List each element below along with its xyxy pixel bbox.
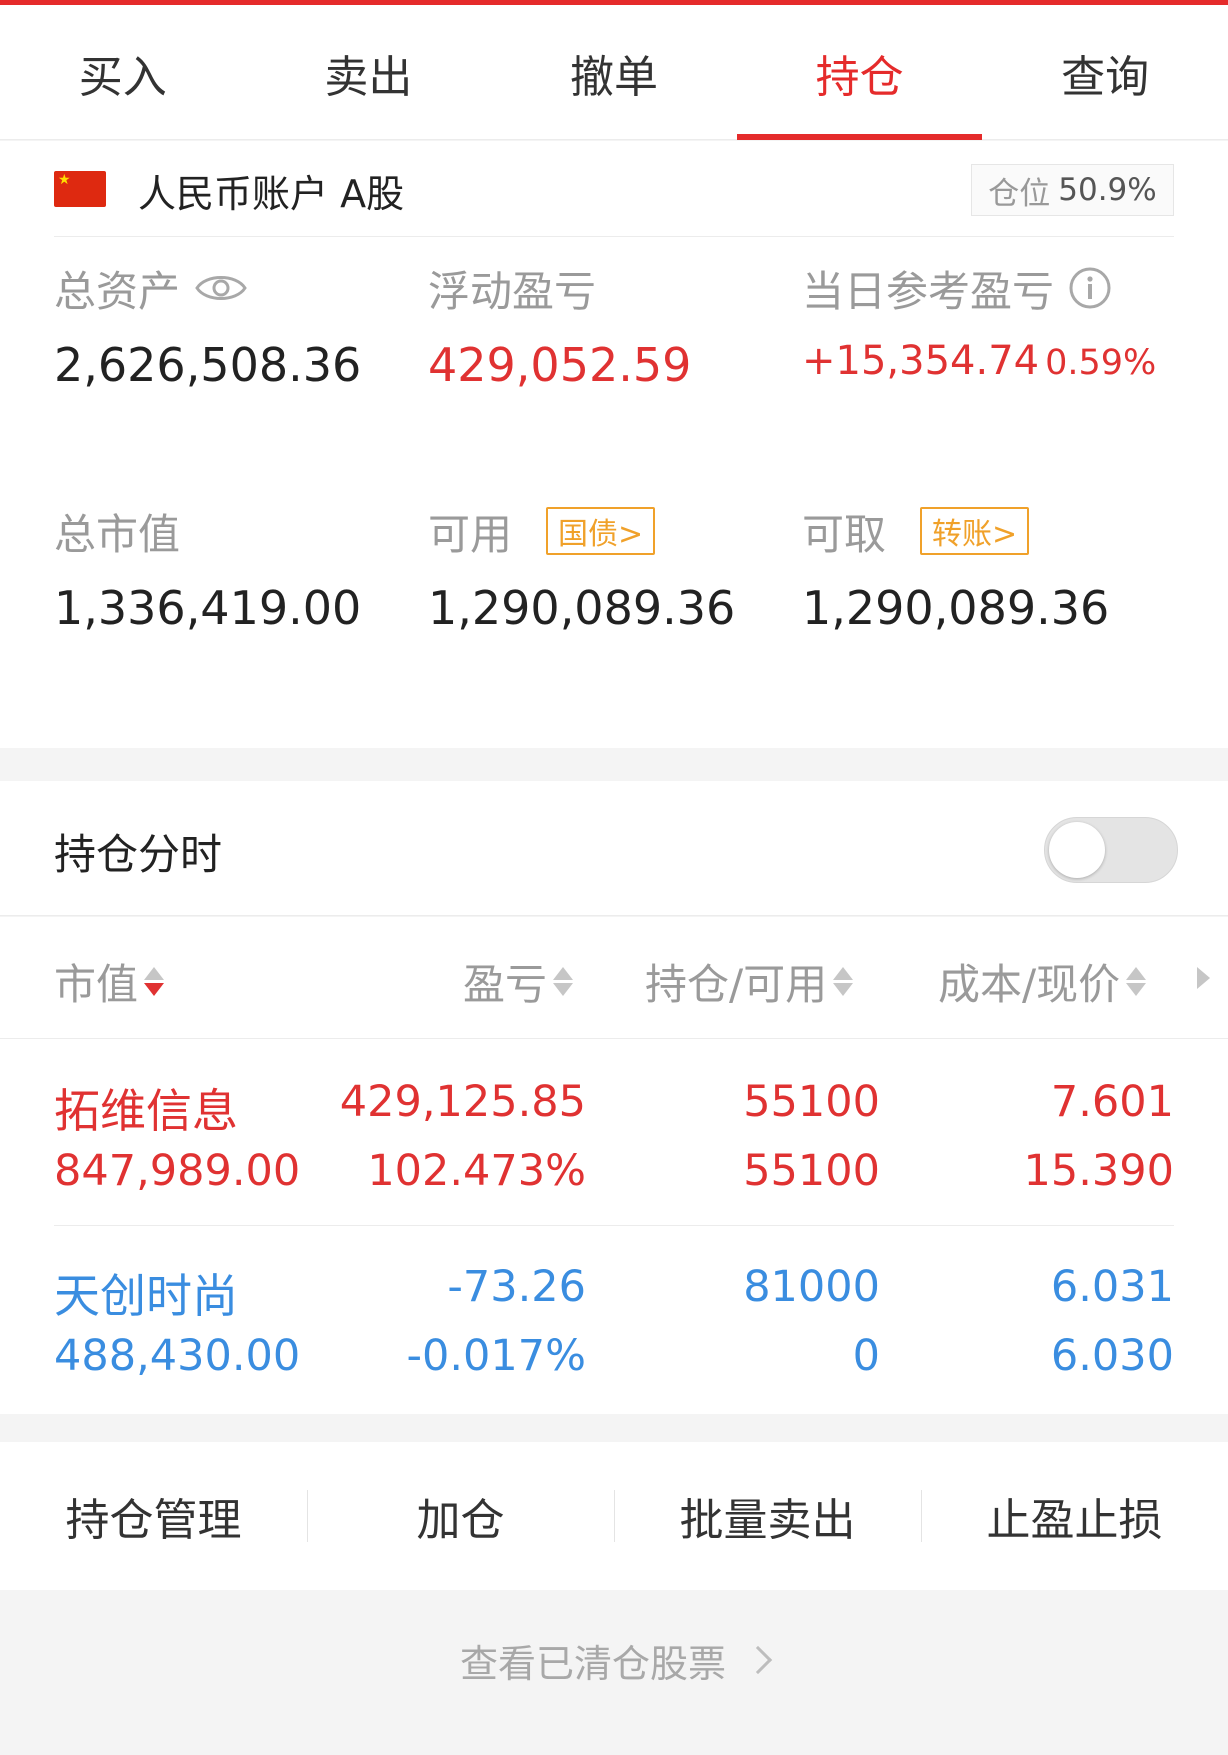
column-market-value[interactable]: 市值 (54, 951, 165, 1012)
manage-holdings-button[interactable]: 持仓管理 (0, 1484, 307, 1548)
chevron-right-icon (743, 1645, 773, 1675)
add-position-button[interactable]: 加仓 (307, 1484, 614, 1548)
tab-cancel[interactable]: 撤单 (491, 5, 737, 140)
position-qty: 81000 (743, 1262, 880, 1312)
sort-icon (833, 967, 854, 996)
eye-icon[interactable] (194, 270, 248, 306)
floating-pl-value: 429,052.59 (428, 338, 692, 392)
profit-loss: -73.26 (447, 1262, 586, 1312)
current-price: 15.390 (1023, 1146, 1174, 1196)
cost-price: 7.601 (1050, 1077, 1174, 1127)
market-value-label: 总市值 (54, 509, 181, 559)
market-value: 488,430.00 (54, 1331, 301, 1381)
floating-pl: 浮动盈亏 429,052.59 (428, 258, 692, 393)
market-value: 847,989.00 (54, 1146, 301, 1196)
position-qty: 55100 (743, 1077, 880, 1127)
total-assets-label: 总资产 (54, 266, 181, 316)
available-funds: 可用 国债> 1,290,089.36 (428, 501, 735, 635)
table-row[interactable]: 拓维信息 847,989.00 429,125.85 102.473% 5510… (0, 1039, 1228, 1225)
timeshare-label: 持仓分时 (54, 830, 223, 879)
profit-loss-pct: 102.473% (367, 1146, 586, 1196)
china-flag-icon (54, 171, 106, 207)
column-cost-price[interactable]: 成本/现价 (938, 951, 1147, 1012)
withdrawable-funds: 可取 转账> 1,290,089.36 (802, 501, 1109, 635)
sort-icon (1126, 967, 1147, 996)
current-price: 6.030 (1050, 1331, 1174, 1381)
sort-icon (144, 967, 165, 996)
account-name: 人民币账户 A股 (138, 172, 405, 216)
info-icon[interactable] (1068, 266, 1112, 310)
total-assets: 总资产 2,626,508.36 (54, 258, 362, 393)
total-assets-value: 2,626,508.36 (54, 338, 362, 392)
daily-pl-pct: 0.59% (1045, 343, 1157, 383)
scroll-right-icon[interactable] (1197, 967, 1210, 989)
tab-holdings[interactable]: 持仓 (736, 5, 983, 140)
column-label: 成本/现价 (938, 960, 1121, 1009)
account-summary: 人民币账户 A股 仓位 50.9% 总资产 2,626,508.36 浮动盈亏 … (0, 141, 1228, 748)
withdrawable-label: 可取 (802, 509, 887, 559)
treasury-bond-button[interactable]: 国债> (546, 507, 656, 555)
transfer-button[interactable]: 转账> (920, 507, 1030, 555)
account-header[interactable]: 人民币账户 A股 仓位 50.9% (54, 141, 1174, 237)
column-label: 盈亏 (463, 960, 548, 1009)
stop-profit-loss-button[interactable]: 止盈止损 (921, 1484, 1228, 1548)
column-label: 市值 (54, 960, 139, 1009)
position-value: 50.9% (1058, 172, 1157, 208)
stock-name: 天创时尚 (54, 1269, 238, 1323)
available-label: 可用 (428, 509, 513, 559)
profit-loss-pct: -0.017% (406, 1331, 586, 1381)
daily-pl: 当日参考盈亏 +15,354.74 0.59% (802, 258, 1156, 385)
cost-price: 6.031 (1050, 1262, 1174, 1312)
timeshare-toggle[interactable] (1044, 817, 1178, 883)
table-header: 市值 盈亏 持仓/可用 成本/现价 (0, 917, 1228, 1039)
tab-sell[interactable]: 卖出 (246, 5, 492, 140)
withdrawable-value: 1,290,089.36 (802, 581, 1110, 635)
daily-pl-value-row: +15,354.74 0.59% (802, 338, 1156, 384)
available-qty: 55100 (743, 1146, 880, 1196)
floating-pl-label: 浮动盈亏 (428, 266, 597, 316)
profit-loss: 429,125.85 (339, 1077, 586, 1127)
column-position[interactable]: 持仓/可用 (645, 951, 854, 1012)
daily-pl-value: +15,354.74 (802, 338, 1040, 384)
position-label: 仓位 (988, 175, 1051, 212)
daily-pl-label: 当日参考盈亏 (802, 266, 1055, 316)
position-ratio-badge: 仓位 50.9% (971, 164, 1174, 216)
column-label: 持仓/可用 (645, 960, 828, 1009)
available-value: 1,290,089.36 (428, 581, 736, 635)
available-qty: 0 (852, 1331, 880, 1381)
action-bar: 持仓管理 加仓 批量卖出 止盈止损 (0, 1442, 1228, 1590)
tab-query[interactable]: 查询 (982, 5, 1228, 140)
market-value: 总市值 1,336,419.00 (54, 501, 362, 636)
timeshare-row: 持仓分时 (0, 781, 1228, 916)
column-pl[interactable]: 盈亏 (463, 951, 574, 1012)
batch-sell-button[interactable]: 批量卖出 (614, 1484, 921, 1548)
market-value-value: 1,336,419.00 (54, 581, 362, 635)
holdings-table: 市值 盈亏 持仓/可用 成本/现价 拓维信息 847,989.00 429,12… (0, 917, 1228, 1414)
cleared-link-label: 查看已清仓股票 (459, 1641, 726, 1686)
sort-icon (553, 967, 574, 996)
stock-name: 拓维信息 (54, 1084, 238, 1138)
view-cleared-stocks-link[interactable]: 查看已清仓股票 (0, 1620, 1228, 1700)
toggle-knob (1049, 822, 1105, 878)
table-row[interactable]: 天创时尚 488,430.00 -73.26 -0.017% 81000 0 6… (0, 1226, 1228, 1412)
tab-bar: 买入 卖出 撤单 持仓 查询 (0, 5, 1228, 140)
tab-buy[interactable]: 买入 (0, 5, 246, 140)
